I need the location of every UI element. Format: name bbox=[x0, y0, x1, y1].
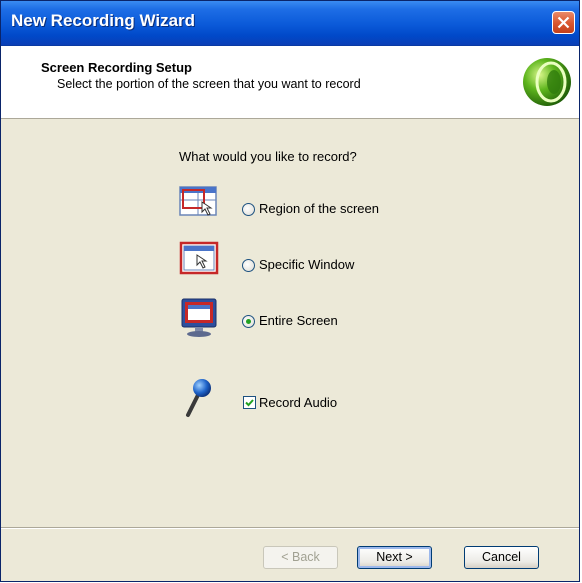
record-audio-label[interactable]: Record Audio bbox=[259, 395, 337, 410]
cancel-button[interactable]: Cancel bbox=[464, 546, 539, 569]
app-logo-icon bbox=[523, 58, 571, 106]
close-button[interactable] bbox=[552, 11, 575, 34]
monitor-icon bbox=[181, 298, 217, 337]
title-bar[interactable]: New Recording Wizard bbox=[1, 1, 579, 46]
step-subtitle: Select the portion of the screen that yo… bbox=[57, 77, 361, 91]
microphone-icon bbox=[186, 379, 211, 417]
radio-selected-dot bbox=[246, 319, 251, 324]
footer-separator bbox=[1, 527, 579, 529]
window-select-icon bbox=[179, 241, 219, 275]
step-title: Screen Recording Setup bbox=[41, 60, 192, 75]
entire-screen-option-label[interactable]: Entire Screen bbox=[259, 313, 338, 328]
region-radio[interactable] bbox=[242, 203, 255, 216]
region-select-icon bbox=[179, 186, 217, 216]
record-prompt: What would you like to record? bbox=[179, 149, 357, 164]
window-option-label[interactable]: Specific Window bbox=[259, 257, 354, 272]
entire-screen-radio[interactable] bbox=[242, 315, 255, 328]
region-option-label[interactable]: Region of the screen bbox=[259, 201, 379, 216]
close-icon bbox=[557, 16, 570, 29]
next-button[interactable]: Next > bbox=[357, 546, 432, 569]
record-audio-checkbox[interactable] bbox=[243, 396, 256, 409]
window-title: New Recording Wizard bbox=[11, 11, 196, 30]
wizard-header: Screen Recording Setup Select the portio… bbox=[1, 46, 579, 119]
back-button[interactable]: < Back bbox=[263, 546, 338, 569]
window-radio[interactable] bbox=[242, 259, 255, 272]
checkmark-icon bbox=[245, 399, 254, 407]
wizard-window: New Recording Wizard Screen Recording Se… bbox=[0, 0, 580, 582]
